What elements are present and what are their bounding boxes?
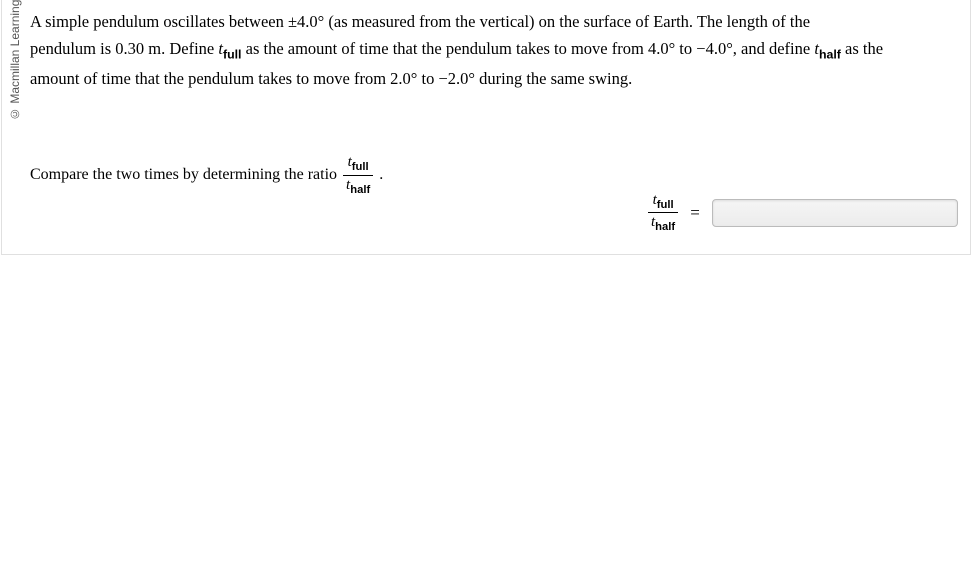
- problem-line-3: amount of time that the pendulum takes t…: [30, 69, 632, 88]
- copyright-label: © Macmillan Learning: [6, 0, 24, 170]
- sub-full-num-2: full: [657, 199, 674, 211]
- sub-half: half: [819, 48, 841, 62]
- answer-fraction-numerator: tfull: [650, 192, 677, 212]
- equals-sign: =: [690, 203, 700, 223]
- problem-line-2a: pendulum is 0.30 m. Define: [30, 39, 218, 58]
- sub-full-num: full: [352, 161, 369, 173]
- fraction-denominator: thalf: [343, 175, 373, 196]
- problem-statement: A simple pendulum oscillates between ±4.…: [30, 8, 958, 92]
- sub-half-den: half: [350, 184, 370, 196]
- problem-line-2b: as the amount of time that the pendulum …: [242, 39, 815, 58]
- content-area: A simple pendulum oscillates between ±4.…: [2, 0, 970, 254]
- problem-line-1: A simple pendulum oscillates between ±4.…: [30, 12, 810, 31]
- sub-half-den-2: half: [655, 221, 675, 233]
- answer-row: tfull thalf =: [648, 192, 958, 234]
- prompt-row: Compare the two times by determining the…: [30, 154, 958, 196]
- problem-line-2c: as the: [841, 39, 883, 58]
- fraction-numerator: tfull: [345, 154, 372, 174]
- answer-input[interactable]: [712, 199, 958, 227]
- prompt-text: Compare the two times by determining the…: [30, 166, 337, 184]
- sub-full: full: [223, 48, 242, 62]
- answer-fraction: tfull thalf: [648, 192, 678, 234]
- ratio-fraction: tfull thalf: [343, 154, 373, 196]
- prompt-period: .: [379, 166, 383, 184]
- question-panel: © Macmillan Learning A simple pendulum o…: [1, 0, 971, 255]
- answer-fraction-denominator: thalf: [648, 212, 678, 233]
